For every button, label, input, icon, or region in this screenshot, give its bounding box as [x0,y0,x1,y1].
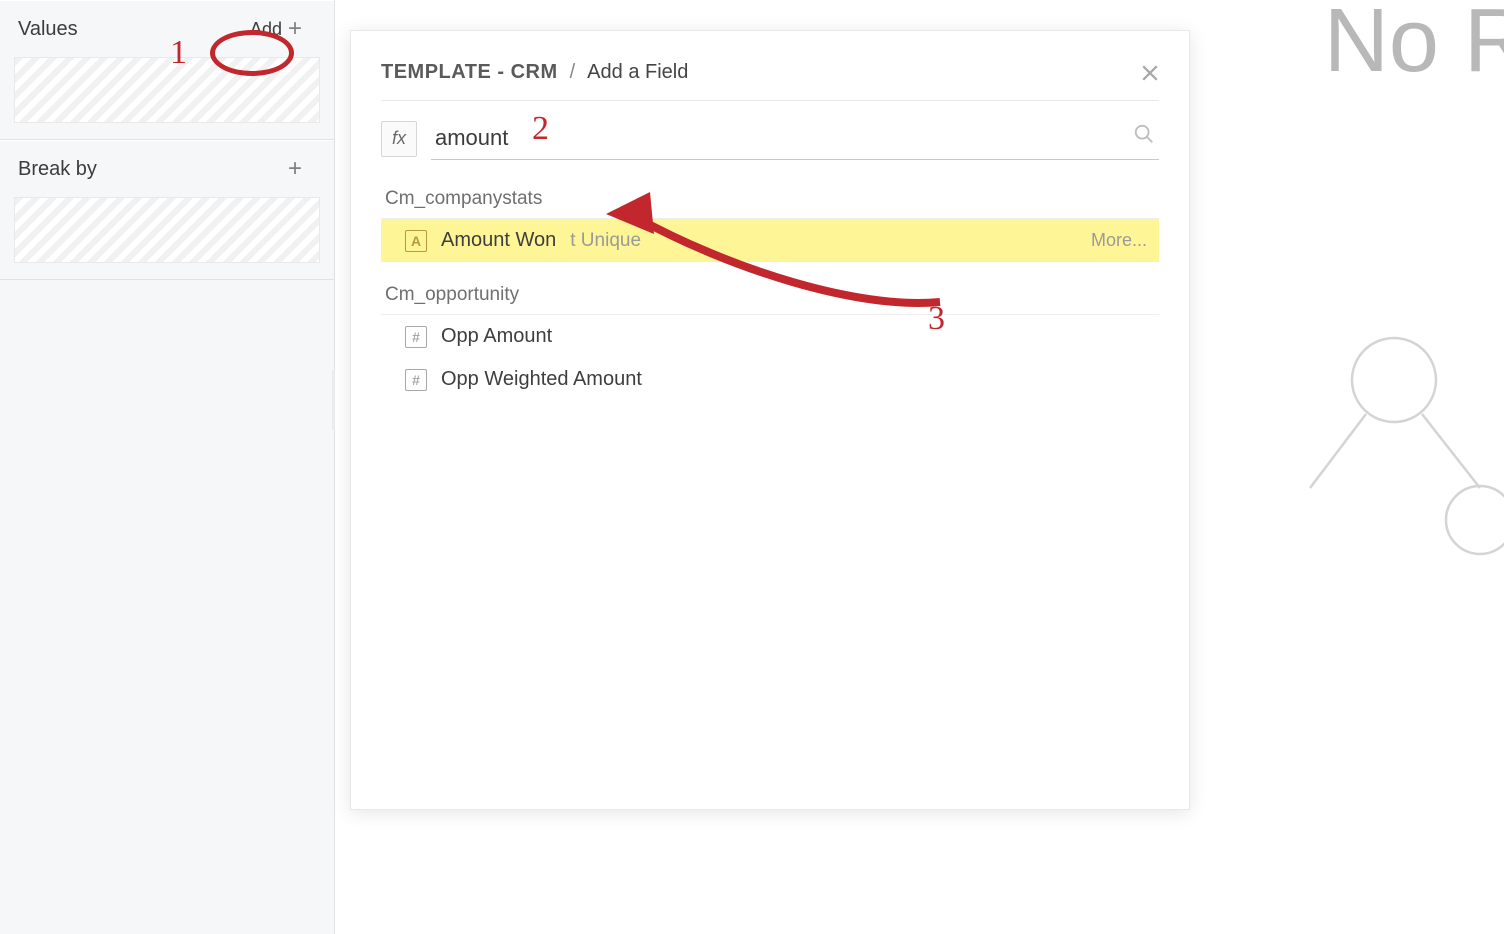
empty-heading: No Res [1324,0,1504,93]
breadcrumb: TEMPLATE - CRM / Add a Field [381,61,688,84]
result-row[interactable]: A Amount Won t Unique More... [381,219,1159,262]
search-results: Cm_companystats A Amount Won t Unique More..… [381,184,1159,401]
panel-breakby-title: Break by [18,158,97,181]
result-group-label: Cm_companystats [381,184,1159,219]
number-type-icon: # [405,369,427,391]
empty-state-graphic [1254,320,1504,580]
search-icon [1133,123,1155,145]
result-label: Opp Weighted Amount [441,368,642,391]
number-type-icon: # [405,326,427,348]
text-type-icon: A [405,230,427,252]
search-input[interactable] [431,117,1159,160]
breakby-drop-zone[interactable] [14,197,320,263]
panel-values-title: Values [18,18,78,41]
add-values-button[interactable]: Add + [240,15,312,43]
result-row[interactable]: # Opp Amount [381,315,1159,358]
sidebar: Values Add + Break by + ‹ [0,0,335,934]
panel-values: Values Add + [0,0,334,123]
crumb-separator: / [570,61,576,84]
crumb-current: Add a Field [587,61,688,84]
result-row[interactable]: # Opp Weighted Amount [381,358,1159,401]
add-breakby-button[interactable]: + [278,155,312,183]
crumb-template[interactable]: TEMPLATE - CRM [381,61,558,84]
result-sub: t Unique [570,230,641,252]
add-field-modal: TEMPLATE - CRM / Add a Field fx Cm_compa… [350,30,1190,810]
panel-breakby: Break by + [0,140,334,263]
plus-icon: + [288,17,302,41]
close-icon[interactable] [1141,64,1159,82]
result-label: Opp Amount [441,325,552,348]
result-label: Amount Won [441,229,556,252]
add-values-label: Add [250,19,282,40]
result-group-label: Cm_opportunity [381,280,1159,315]
values-drop-zone[interactable] [14,57,320,123]
plus-icon: + [288,157,302,181]
more-link[interactable]: More... [1091,230,1147,251]
formula-button[interactable]: fx [381,121,417,157]
